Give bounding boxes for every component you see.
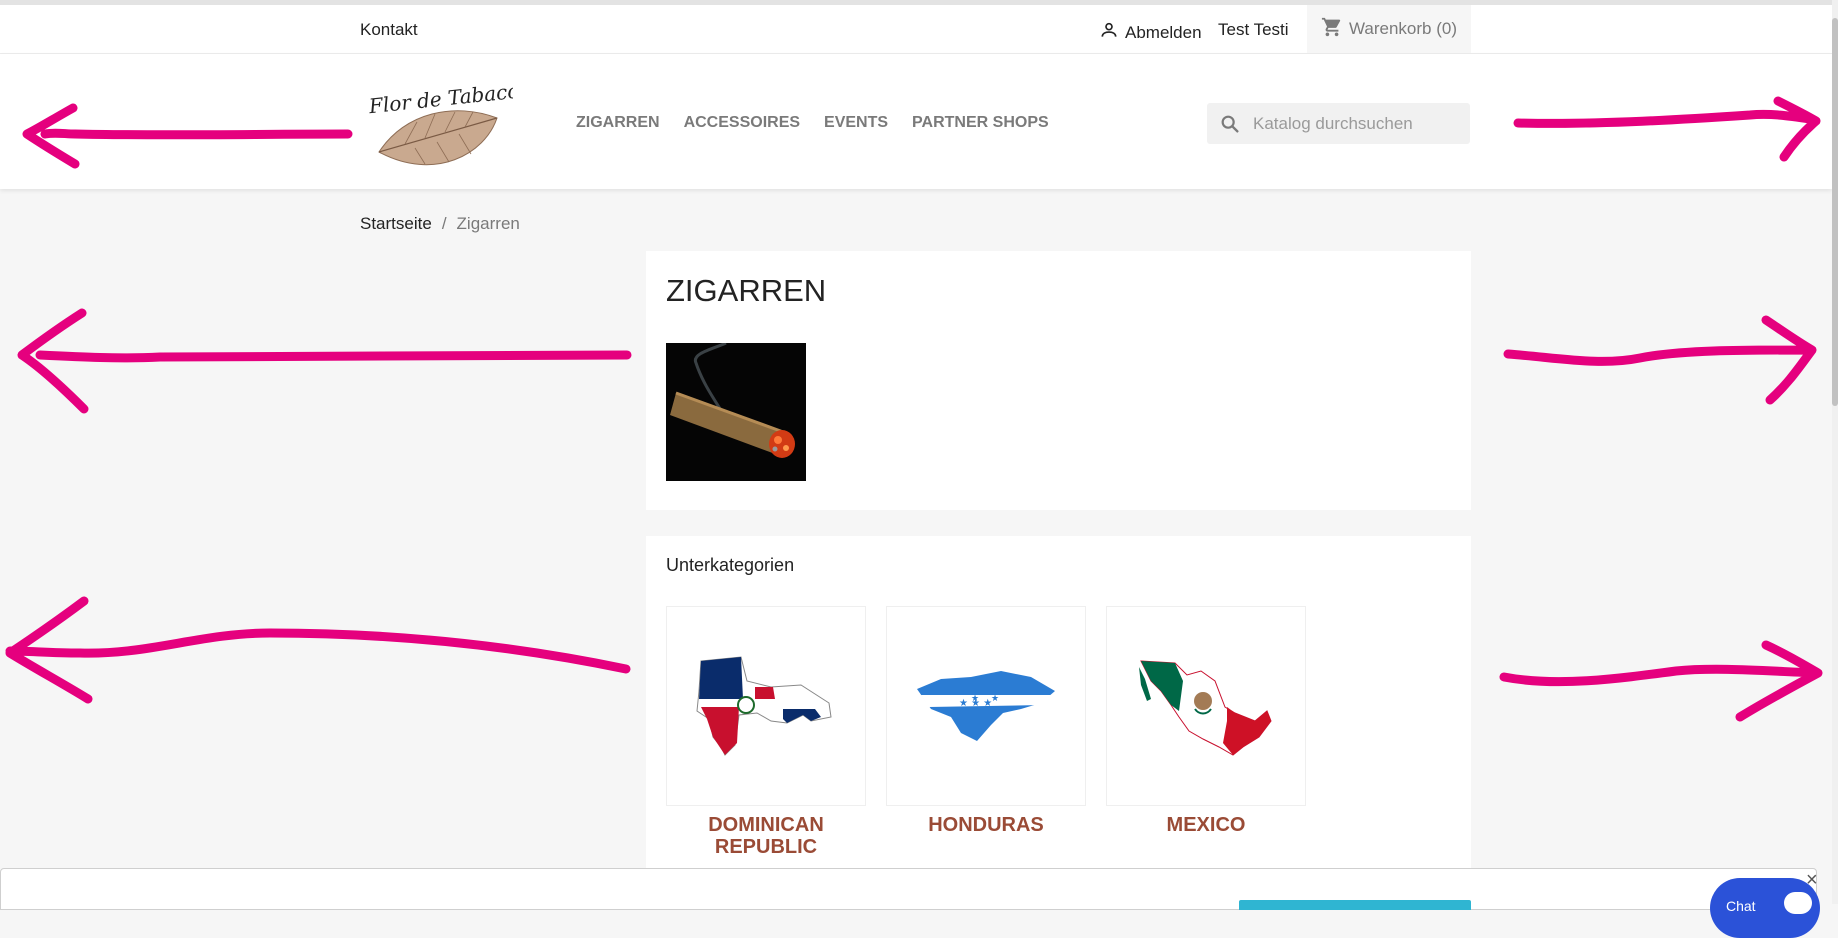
signout-label: Abmelden <box>1125 22 1202 42</box>
contact-link[interactable]: Kontakt <box>360 20 418 40</box>
chat-label: Chat <box>1726 898 1756 914</box>
breadcrumb-current: Zigarren <box>456 214 520 233</box>
subcategory-name[interactable]: MEXICO <box>1106 814 1306 836</box>
left-arrow-annotation <box>22 103 353 169</box>
category-image <box>666 343 806 481</box>
shopping-cart-icon <box>1321 16 1343 43</box>
honduras-flag-map-icon[interactable]: ★ ★ ★ ★ ★ <box>886 606 1086 806</box>
breadcrumb-separator: / <box>441 214 447 233</box>
scrollbar-thumb[interactable] <box>1832 18 1838 406</box>
subcategory-honduras[interactable]: ★ ★ ★ ★ ★ HONDURAS <box>886 606 1086 836</box>
top-bar: Kontakt Abmelden Test Testi Warenkorb (0… <box>0 5 1832 54</box>
subcategory-name[interactable]: DOMINICAN REPUBLIC <box>666 814 866 858</box>
breadcrumb: Startseite / Zigarren <box>360 214 520 234</box>
signout-link[interactable]: Abmelden <box>1099 20 1202 45</box>
dominican-republic-flag-map-icon[interactable] <box>666 606 866 806</box>
nav-zigarren[interactable]: ZIGARREN <box>576 114 660 132</box>
cookie-accept-button[interactable] <box>1239 900 1471 910</box>
breadcrumb-home[interactable]: Startseite <box>360 214 432 234</box>
account-name-link[interactable]: Test Testi <box>1218 20 1289 40</box>
right-arrow-annotation <box>1499 640 1823 722</box>
left-arrow-annotation <box>5 596 631 704</box>
site-logo[interactable]: Flor de Tabaco <box>365 72 520 182</box>
mexico-flag-map-icon[interactable] <box>1106 606 1306 806</box>
page-scrollbar[interactable] <box>1832 0 1838 904</box>
search-icon[interactable] <box>1219 113 1241 135</box>
page-title: ZIGARREN <box>666 273 827 308</box>
user-icon <box>1099 20 1119 45</box>
subcategory-mexico[interactable]: MEXICO <box>1106 606 1306 836</box>
subcategories-card: Unterkategorien DOMINICAN REPUBLIC ★ ★ ★… <box>646 536 1471 904</box>
cart-label: Warenkorb (0) <box>1348 19 1457 38</box>
category-header-card: ZIGARREN <box>646 251 1471 510</box>
nav-partner-shops[interactable]: PARTNER SHOPS <box>912 114 1049 132</box>
left-arrow-annotation <box>17 308 632 414</box>
cart-button[interactable]: Warenkorb (0) <box>1307 5 1471 53</box>
right-arrow-annotation <box>1503 315 1817 405</box>
nav-accessoires[interactable]: ACCESSOIRES <box>684 114 800 132</box>
search-box <box>1207 103 1470 144</box>
subcategories-title: Unterkategorien <box>666 555 795 575</box>
right-arrow-annotation <box>1513 96 1821 162</box>
svg-text:★: ★ <box>971 694 979 704</box>
chat-bubble-icon <box>1784 892 1812 914</box>
svg-text:★: ★ <box>991 694 999 704</box>
search-input[interactable] <box>1251 112 1465 135</box>
chat-button[interactable]: Chat <box>1710 878 1820 938</box>
subcategory-dominican-republic[interactable]: DOMINICAN REPUBLIC <box>666 606 866 858</box>
subcategory-name[interactable]: HONDURAS <box>886 814 1086 836</box>
nav-events[interactable]: EVENTS <box>824 114 888 132</box>
main-nav: ZIGARREN ACCESSOIRES EVENTS PARTNER SHOP… <box>576 114 1049 132</box>
